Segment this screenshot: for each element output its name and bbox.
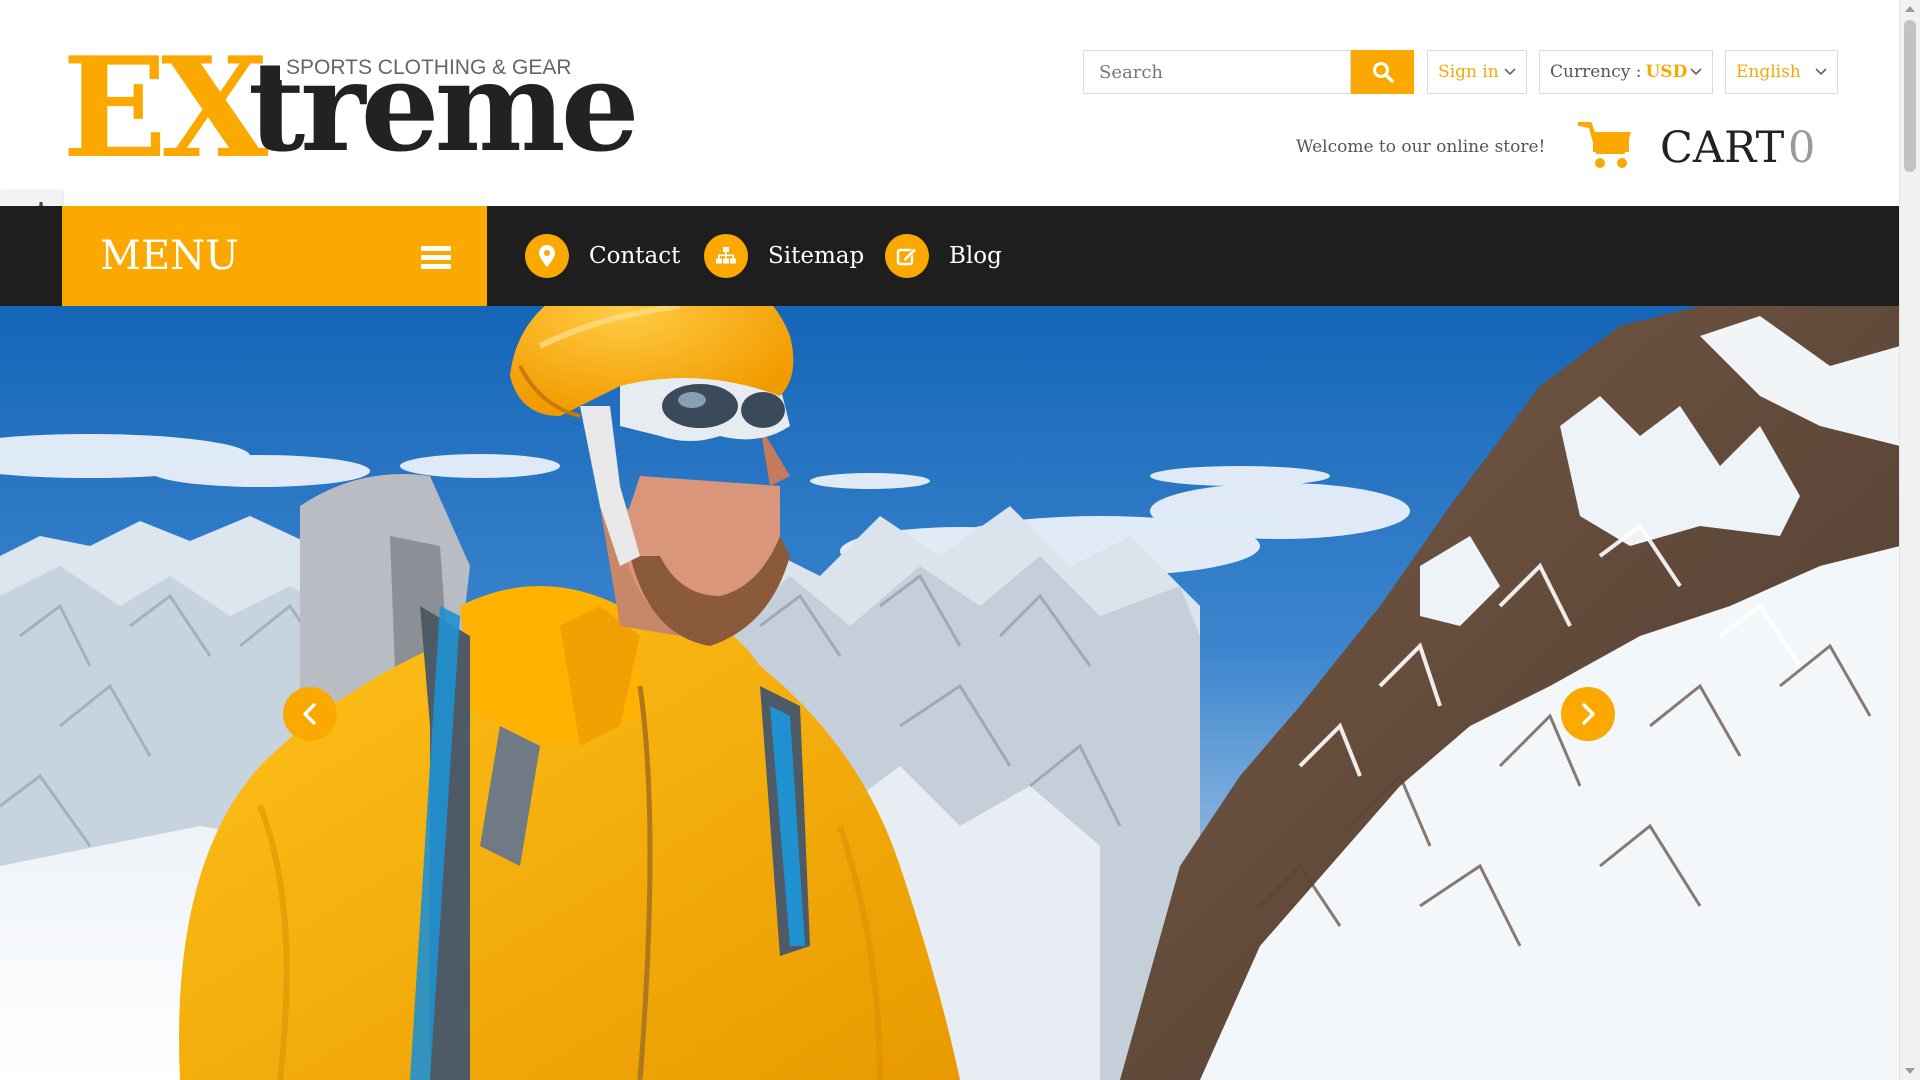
slider-next-button[interactable] [1561,687,1615,741]
slider-prev-button[interactable] [283,687,337,741]
menu-toggle[interactable]: MENU [62,206,487,306]
cart-label[interactable]: CART [1660,120,1784,176]
shopping-cart-icon[interactable] [1578,122,1634,170]
hamburger-icon [421,246,451,270]
nav-item-sitemap[interactable]: Sitemap [704,233,864,279]
welcome-message: Welcome to our online store! [1296,137,1546,157]
page-scrollbar[interactable] [1899,0,1920,1080]
sign-in-dropdown[interactable]: Sign in [1427,50,1527,94]
logo-ex: EX [62,26,268,189]
scroll-down-icon[interactable] [1905,1068,1915,1074]
scroll-up-icon[interactable] [1905,6,1915,12]
page: EX treme SPORTS CLOTHING & GEAR Sign in … [0,0,1900,1080]
search-input[interactable] [1084,51,1350,93]
chevron-left-icon [303,703,316,725]
search-box [1083,50,1351,94]
chevron-down-icon [1504,68,1516,76]
chevron-down-icon [1690,68,1702,76]
language-dropdown[interactable]: English [1725,50,1838,94]
search-button[interactable] [1351,50,1414,94]
currency-dropdown[interactable]: Currency : USD [1539,50,1713,94]
chevron-right-icon [1582,703,1595,725]
edit-icon [885,234,929,278]
map-marker-icon [525,234,569,278]
hero-slider [0,306,1900,1080]
chevron-down-icon [1815,68,1827,76]
sitemap-icon [704,234,748,278]
currency-value: USD [1645,62,1688,82]
site-logo[interactable]: EX treme SPORTS CLOTHING & GEAR [62,26,640,189]
scroll-thumb[interactable] [1904,20,1916,172]
language-label: English [1736,62,1801,82]
nav-label-blog: Blog [949,243,1002,269]
nav-label-sitemap: Sitemap [768,243,865,269]
cart-count: 0 [1788,123,1816,173]
logo-tagline: SPORTS CLOTHING & GEAR [280,56,578,80]
nav-item-contact[interactable]: Contact [525,233,680,279]
currency-label: Currency : [1550,62,1642,82]
search-icon [1372,62,1394,83]
nav-item-blog[interactable]: Blog [885,233,1002,279]
sign-in-label: Sign in [1438,62,1499,82]
hero-image [0,306,1900,1080]
nav-label-contact: Contact [589,243,681,269]
menu-label: MENU [100,233,239,279]
